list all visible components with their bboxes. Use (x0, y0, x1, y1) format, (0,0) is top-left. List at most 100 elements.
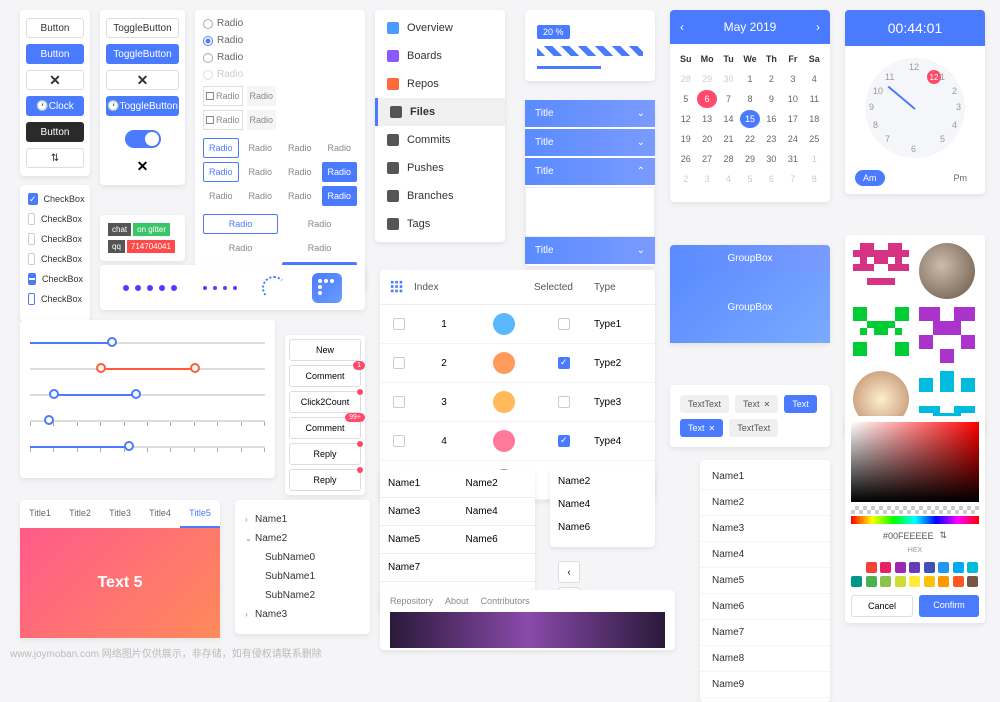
list-item[interactable]: Name2 (700, 490, 830, 516)
reply-button[interactable]: Reply (289, 443, 361, 465)
calendar-day[interactable]: 15 (740, 110, 759, 128)
range-slider[interactable] (30, 386, 265, 402)
calendar-day[interactable]: 14 (719, 110, 738, 128)
color-swatch[interactable] (909, 562, 920, 573)
toggle-switch[interactable] (125, 130, 161, 148)
calendar-day[interactable]: 5 (740, 170, 759, 188)
tab[interactable]: Title5 (180, 500, 220, 528)
clock-button[interactable]: 🕐 Clock (26, 96, 84, 116)
badge-qq[interactable]: qq714704041 (108, 240, 177, 253)
radio-cell[interactable]: Radio (203, 214, 278, 234)
calendar-day[interactable]: 26 (676, 150, 695, 168)
color-value[interactable]: #00FEEEEE (883, 531, 934, 541)
checkbox-item[interactable]: CheckBox (28, 233, 82, 245)
badge-chat[interactable]: chaton gitter (108, 223, 177, 236)
tree-child[interactable]: SubName0 (245, 548, 360, 567)
calendar-day[interactable]: 28 (676, 70, 695, 88)
prev-button[interactable]: ‹ (558, 561, 580, 583)
radio-cell[interactable]: Radio (247, 110, 277, 130)
row-checkbox[interactable] (393, 435, 405, 447)
color-swatch[interactable] (967, 562, 978, 573)
nav-item-boards[interactable]: Boards (375, 42, 505, 70)
color-swatch[interactable] (938, 576, 949, 587)
accordion-header-open[interactable]: Title⌃ (525, 158, 655, 185)
radio-cell[interactable]: Radio (322, 186, 358, 206)
table-cell[interactable]: Name3 (380, 498, 458, 525)
radio-cell[interactable]: Radio (203, 238, 278, 258)
radio-cell[interactable]: Radio (282, 162, 318, 182)
tab[interactable]: Title4 (140, 500, 180, 528)
radio-cell[interactable]: Radio (322, 138, 358, 158)
color-swatch[interactable] (880, 562, 891, 573)
color-swatch[interactable] (938, 562, 949, 573)
row-checkbox[interactable] (393, 357, 405, 369)
nav-item-files[interactable]: Files (375, 98, 505, 126)
calendar-day[interactable]: 29 (697, 70, 716, 88)
radio-cell[interactable]: Radio (203, 162, 239, 182)
calendar-day[interactable]: 8 (805, 170, 824, 188)
radio-cell[interactable]: Radio (203, 138, 239, 158)
calendar-day[interactable]: 6 (697, 90, 716, 108)
color-swatch[interactable] (924, 562, 935, 573)
clock-face[interactable]: 12 12 3 6 9 1 2 4 5 7 8 10 11 (865, 58, 965, 158)
alpha-slider[interactable] (851, 506, 979, 514)
calendar-day[interactable]: 1 (805, 150, 824, 168)
reply-button[interactable]: Reply (289, 469, 361, 491)
calendar-day[interactable]: 17 (783, 110, 802, 128)
nav-item-branches[interactable]: Branches (375, 182, 505, 210)
radio-cell[interactable]: Radio (282, 138, 318, 158)
radio-option-selected[interactable]: Radio (203, 35, 357, 46)
list-item[interactable]: Name1 (700, 464, 830, 490)
color-swatch[interactable] (967, 576, 978, 587)
calendar-day[interactable]: 23 (762, 130, 781, 148)
calendar-day[interactable]: 28 (719, 150, 738, 168)
radio-cell[interactable]: Radio (282, 186, 318, 206)
tag-closable[interactable]: Text✕ (680, 419, 723, 437)
list-item[interactable]: Name4 (700, 542, 830, 568)
next-month-button[interactable]: › (816, 20, 820, 34)
nav-item-repos[interactable]: Repos (375, 70, 505, 98)
radio-cell[interactable]: Radio (243, 186, 279, 206)
table-cell[interactable]: Name2 (458, 470, 536, 497)
table-cell[interactable] (458, 554, 536, 581)
color-swatch[interactable] (909, 576, 920, 587)
tree-node-expanded[interactable]: ⌄Name2 (245, 529, 360, 548)
calendar-day[interactable]: 27 (697, 150, 716, 168)
close-icon[interactable]: ✕ (106, 70, 179, 90)
calendar-day[interactable]: 5 (676, 90, 695, 108)
slider-ticks[interactable] (30, 412, 265, 428)
pm-button[interactable]: Pm (946, 170, 976, 186)
toggle-button-1[interactable]: ToggleButton (106, 18, 179, 38)
hue-slider[interactable] (851, 516, 979, 524)
footer-tab[interactable]: Contributors (481, 596, 530, 606)
nav-item-commits[interactable]: Commits (375, 126, 505, 154)
calendar-day[interactable]: 3 (697, 170, 716, 188)
calendar-day[interactable]: 25 (805, 130, 824, 148)
color-swatch[interactable] (895, 562, 906, 573)
color-swatch[interactable] (866, 562, 877, 573)
color-swatch[interactable] (953, 576, 964, 587)
radio-cell[interactable]: Radio (282, 238, 357, 258)
calendar-day[interactable]: 7 (783, 170, 802, 188)
color-swatch[interactable] (866, 576, 877, 587)
selected-checkbox[interactable] (558, 318, 570, 330)
list-item[interactable]: Name4 (558, 493, 647, 516)
radio-cell[interactable]: Radio (203, 110, 243, 130)
footer-tab[interactable]: Repository (390, 596, 433, 606)
radio-cell[interactable]: Radio (243, 138, 279, 158)
radio-option[interactable]: Radio (203, 52, 357, 63)
color-swatch[interactable] (851, 576, 862, 587)
accordion-header[interactable]: Title⌄ (525, 129, 655, 156)
tag-selected[interactable]: Text (784, 395, 817, 413)
calendar-day[interactable]: 12 (676, 110, 695, 128)
table-cell[interactable]: Name4 (458, 498, 536, 525)
calendar-day[interactable]: 30 (762, 150, 781, 168)
accordion-header[interactable]: Title⌄ (525, 237, 655, 264)
button-dark[interactable]: Button (26, 122, 84, 142)
checkbox-item[interactable]: CheckBox (28, 273, 82, 285)
sort-button[interactable]: ⇅ (26, 148, 84, 168)
table-cell[interactable]: Name7 (380, 554, 458, 581)
tree-node[interactable]: ›Name3 (245, 605, 360, 624)
checkbox-item[interactable]: CheckBox (28, 213, 82, 225)
close-icon[interactable]: ✕ (764, 400, 771, 409)
